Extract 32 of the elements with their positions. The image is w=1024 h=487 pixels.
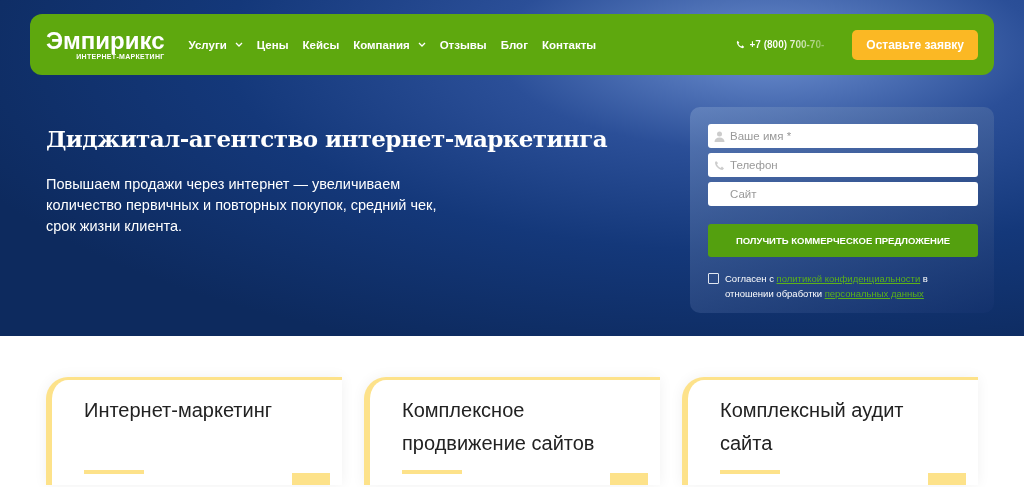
phone-number[interactable]: +7 (800) 700-70- [749, 39, 825, 50]
nav-link[interactable]: Цены [256, 38, 289, 51]
accent-block [928, 473, 966, 485]
policy-link[interactable]: политикой конфиденциальности [776, 273, 921, 284]
card-title: Комплексное продвижение сайтов [402, 398, 596, 456]
nav-link[interactable]: Кейсы [302, 38, 340, 51]
service-card[interactable]: Комплексный аудит сайта [682, 377, 978, 485]
nav-link[interactable]: Отзывы [439, 38, 487, 51]
card-title: Интернет-маркетинг [84, 398, 274, 423]
hero-text: Повышаем продажи через интернет — увеличиваем количество первичных и повторных покупок, средний чек, срок жизни клиента. [46, 175, 438, 236]
nav-link[interactable]: Услуги [188, 38, 243, 51]
input-field[interactable]: Телефон [708, 153, 978, 177]
logo-name[interactable]: Эмпирикс [46, 29, 165, 53]
hero-title: Диджитал-агентство интернет-маркетинга [46, 125, 609, 152]
accent-block [610, 473, 648, 485]
input-field[interactable]: Ваше имя * [708, 124, 978, 148]
phone-icon [735, 40, 745, 49]
consent-text: Согласен с политикой конфиденциальности в отношении обработки персональных данных [725, 272, 929, 301]
consent-checkbox[interactable] [708, 273, 719, 284]
service-card[interactable]: Интернет-маркетинг [46, 377, 342, 485]
user-icon [714, 130, 725, 142]
submit-button[interactable]: ПОЛУЧИТЬ КОММЕРЧЕСКОЕ ПРЕДЛОЖЕНИЕ [708, 224, 978, 257]
input-field[interactable]: Сайт [708, 182, 978, 206]
nav-link[interactable]: Блог [500, 38, 528, 51]
nav-link[interactable]: Контакты [541, 38, 597, 51]
policy-link[interactable]: персональных данных [824, 288, 924, 299]
card-title: Комплексный аудит сайта [720, 398, 905, 456]
accent-block [292, 473, 330, 485]
request-button[interactable]: Оставьте заявку [852, 29, 978, 60]
service-card[interactable]: Комплексное продвижение сайтов [364, 377, 660, 485]
nav-link[interactable]: Компания [353, 38, 426, 51]
phone-icon [714, 159, 725, 171]
